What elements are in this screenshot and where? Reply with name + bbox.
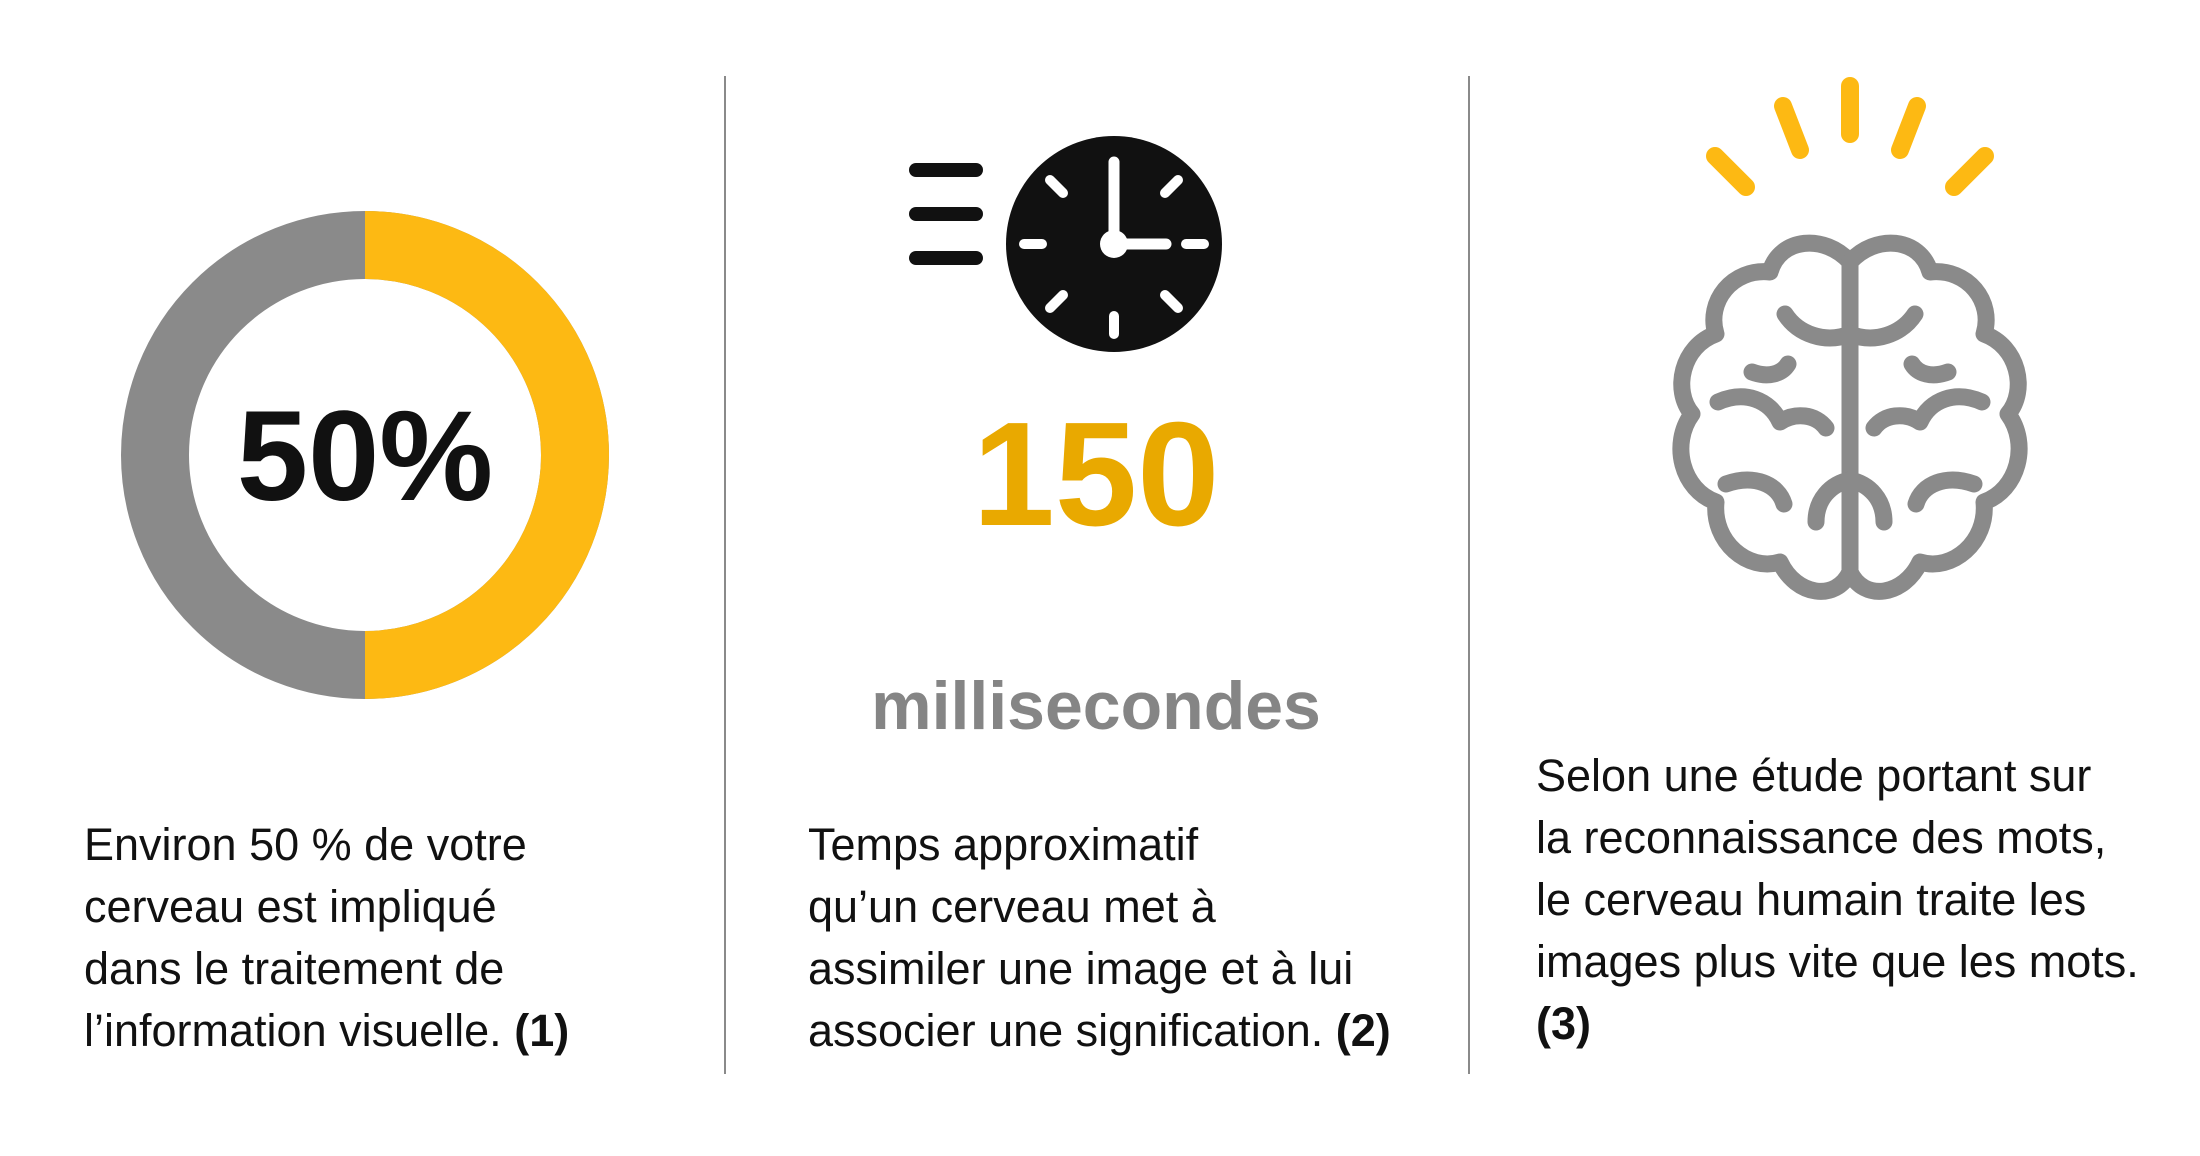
panel-visual-processing: 50% Environ 50 % de votre cerveau est im… xyxy=(0,0,724,1156)
image-recognition-description: Selon une étude portant sur la reconnais… xyxy=(1536,745,2196,1055)
reference-marker: (1) xyxy=(514,1005,570,1056)
reference-marker: (3) xyxy=(1536,998,1591,1049)
speed-lines-icon xyxy=(909,163,983,265)
desc-line: Environ 50 % de votre xyxy=(84,819,527,870)
desc-line: Selon une étude portant sur xyxy=(1536,750,2092,801)
donut-chart-icon: 50% xyxy=(121,211,609,699)
processing-time-description: Temps approximatif qu’un cerveau met à a… xyxy=(808,814,1468,1062)
desc-line: cerveau est impliqué xyxy=(84,881,497,932)
panel-image-recognition: Selon une étude portant sur la reconnais… xyxy=(1470,0,2200,1156)
visual-processing-description: Environ 50 % de votre cerveau est impliq… xyxy=(84,814,724,1062)
desc-line: l’information visuelle. xyxy=(84,1005,502,1056)
reference-marker: (2) xyxy=(1335,1005,1391,1056)
desc-line: dans le traitement de xyxy=(84,943,505,994)
big-number-unit: millisecondes xyxy=(871,668,1321,744)
desc-line: assimiler une image et à lui xyxy=(808,943,1354,994)
big-number: 150 xyxy=(972,392,1220,557)
desc-line: Temps approximatif xyxy=(808,819,1199,870)
desc-line: le cerveau humain traite les xyxy=(1536,874,2087,925)
fast-clock-icon xyxy=(909,136,1222,352)
desc-line: qu’un cerveau met à xyxy=(808,881,1216,932)
desc-line: la reconnaissance des mots, xyxy=(1536,812,2107,863)
panel-processing-time: 150 millisecondes Temps approximatif qu’… xyxy=(726,0,1468,1156)
brain-icon xyxy=(1672,77,2028,600)
desc-line: images plus vite que les mots. xyxy=(1536,936,2139,987)
donut-value-label: 50% xyxy=(237,385,493,528)
desc-line: associer une signification. xyxy=(808,1005,1324,1056)
idea-rays-icon xyxy=(1706,77,1994,196)
